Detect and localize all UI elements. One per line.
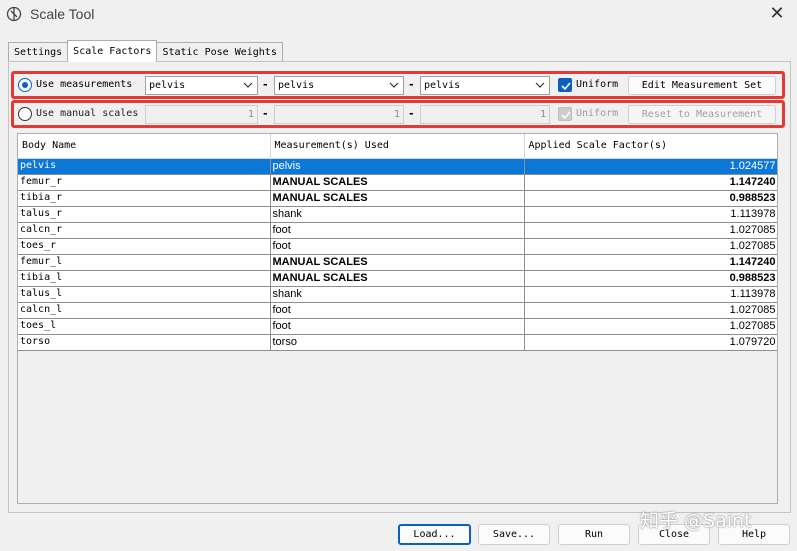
column-header-measurements-used[interactable]: Measurement(s) Used (270, 134, 525, 159)
measurement-z-value: pelvis (424, 80, 461, 91)
use-manual-scales-radio[interactable] (18, 107, 32, 121)
measurement-y-value: pelvis (278, 80, 315, 91)
column-header-body-name[interactable]: Body Name (18, 134, 271, 159)
uniform-checkbox[interactable] (558, 78, 572, 92)
close-icon[interactable]: ✕ (765, 3, 789, 25)
use-manual-scales-label: Use manual scales (36, 108, 139, 119)
cell-measurement: foot (270, 238, 525, 255)
save-button[interactable]: Save... (478, 524, 550, 545)
cell-body-name: toes_l (18, 318, 271, 335)
cell-body-name: tibia_l (18, 270, 271, 287)
cell-scale-factor: 1.027085 (524, 302, 777, 319)
scale-factors-table: Body Name Measurement(s) Used Applied Sc… (17, 133, 778, 504)
cell-measurement: MANUAL SCALES (270, 174, 525, 191)
chevron-down-icon (389, 82, 399, 88)
edit-measurement-set-button[interactable]: Edit Measurement Set (628, 76, 776, 95)
chevron-down-icon (535, 82, 545, 88)
cell-scale-factor: 1.113978 (524, 286, 777, 303)
cell-scale-factor: 1.027085 (524, 238, 777, 255)
measurement-x-value: pelvis (149, 80, 186, 91)
cell-measurement: MANUAL SCALES (270, 254, 525, 271)
cell-body-name: toes_r (18, 238, 271, 255)
cell-scale-factor: 1.147240 (524, 254, 777, 271)
table-row[interactable]: talus_l shank 1.113978 (18, 286, 777, 303)
use-measurements-label: Use measurements (36, 79, 133, 90)
cell-body-name: calcn_l (18, 302, 271, 319)
cell-measurement: shank (270, 286, 525, 303)
manual-scale-x-field[interactable]: 1 (145, 105, 258, 124)
table-row[interactable]: talus_r shank 1.113978 (18, 206, 777, 223)
cell-scale-factor: 1.147240 (524, 174, 777, 191)
cell-body-name: femur_l (18, 254, 271, 271)
separator: - (409, 78, 414, 91)
cell-body-name: calcn_r (18, 222, 271, 239)
manual-uniform-checkbox[interactable] (558, 107, 572, 121)
cell-scale-factor: 0.988523 (524, 190, 777, 207)
table-header: Body Name Measurement(s) Used Applied Sc… (18, 134, 777, 159)
cell-measurement: shank (270, 206, 525, 223)
check-icon (561, 82, 571, 91)
cell-body-name: femur_r (18, 174, 271, 191)
cell-body-name: talus_l (18, 286, 271, 303)
tab-scale-factors[interactable]: Scale Factors (67, 40, 158, 62)
column-header-applied-scale-factors[interactable]: Applied Scale Factor(s) (524, 134, 777, 159)
separator: - (263, 107, 268, 120)
watermark: 知乎 @Saint (640, 510, 752, 532)
cell-scale-factor: 1.113978 (524, 206, 777, 223)
use-measurements-radio[interactable] (18, 78, 32, 92)
table-row[interactable]: toes_r foot 1.027085 (18, 238, 777, 255)
cell-measurement: pelvis (270, 158, 525, 175)
table-row[interactable]: femur_l MANUAL SCALES 1.147240 (18, 254, 777, 271)
cell-body-name: torso (18, 334, 271, 351)
manual-scale-z-field[interactable]: 1 (420, 105, 550, 124)
title-bar: Scale Tool ✕ (0, 0, 797, 30)
reset-to-measurement-button[interactable]: Reset to Measurement (628, 105, 776, 124)
measurements-row: Use measurements pelvis - pelvis - pelvi… (11, 71, 785, 99)
cell-measurement: torso (270, 334, 525, 351)
cell-scale-factor: 1.079720 (524, 334, 777, 351)
app-logo-icon (6, 6, 22, 22)
measurement-z-select[interactable]: pelvis (420, 76, 550, 95)
run-button[interactable]: Run (558, 524, 630, 545)
manual-scale-y-field[interactable]: 1 (274, 105, 404, 124)
check-icon (561, 111, 571, 120)
measurement-x-select[interactable]: pelvis (145, 76, 258, 95)
cell-measurement: MANUAL SCALES (270, 270, 525, 287)
table-row[interactable]: femur_r MANUAL SCALES 1.147240 (18, 174, 777, 191)
table-row[interactable]: pelvis pelvis 1.024577 (18, 158, 777, 175)
window-title: Scale Tool (30, 6, 95, 22)
measurement-y-select[interactable]: pelvis (274, 76, 404, 95)
table-row[interactable]: tibia_l MANUAL SCALES 0.988523 (18, 270, 777, 287)
separator: - (263, 78, 268, 91)
cell-body-name: pelvis (18, 158, 271, 175)
tab-static-pose-weights[interactable]: Static Pose Weights (156, 42, 283, 62)
cell-body-name: talus_r (18, 206, 271, 223)
cell-scale-factor: 0.988523 (524, 270, 777, 287)
table-row[interactable]: tibia_r MANUAL SCALES 0.988523 (18, 190, 777, 207)
cell-scale-factor: 1.024577 (524, 158, 777, 175)
cell-scale-factor: 1.027085 (524, 222, 777, 239)
manual-uniform-label: Uniform (576, 108, 619, 119)
uniform-label: Uniform (576, 79, 619, 90)
tab-settings[interactable]: Settings (8, 42, 69, 62)
tab-bar: Settings Scale Factors Static Pose Weigh… (8, 40, 283, 62)
load-button[interactable]: Load... (398, 524, 471, 545)
cell-measurement: foot (270, 222, 525, 239)
table-row[interactable]: calcn_l foot 1.027085 (18, 302, 777, 319)
separator: - (409, 107, 414, 120)
cell-scale-factor: 1.027085 (524, 318, 777, 335)
cell-measurement: foot (270, 318, 525, 335)
manual-scales-row: Use manual scales 1 - 1 - 1 Uniform Rese… (11, 100, 785, 128)
table-row[interactable]: calcn_r foot 1.027085 (18, 222, 777, 239)
table-row[interactable]: torso torso 1.079720 (18, 334, 777, 351)
cell-measurement: foot (270, 302, 525, 319)
table-row[interactable]: toes_l foot 1.027085 (18, 318, 777, 335)
chevron-down-icon (243, 82, 253, 88)
cell-measurement: MANUAL SCALES (270, 190, 525, 207)
cell-body-name: tibia_r (18, 190, 271, 207)
